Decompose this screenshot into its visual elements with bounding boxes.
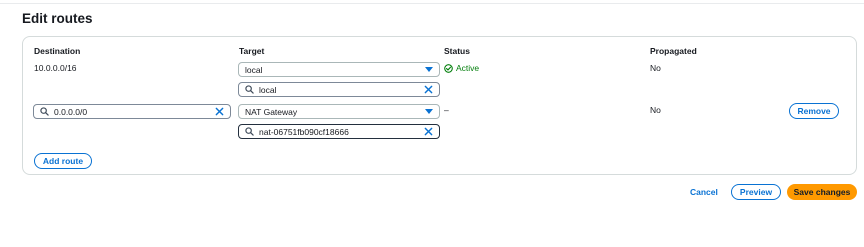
- save-changes-button[interactable]: Save changes: [787, 184, 857, 200]
- status-text: Active: [456, 63, 480, 73]
- search-icon: [40, 107, 49, 116]
- target-select-value: NAT Gateway: [245, 106, 298, 117]
- status-text: –: [444, 105, 449, 115]
- target-filter-input[interactable]: nat-06751fb090cf18666: [238, 124, 440, 139]
- target-select[interactable]: local: [238, 62, 440, 77]
- propagated-value: No: [650, 63, 661, 73]
- column-header-destination: Destination: [34, 46, 81, 56]
- close-icon[interactable]: [424, 85, 433, 94]
- target-select-value: local: [245, 64, 263, 75]
- close-icon[interactable]: [215, 107, 224, 116]
- search-icon: [245, 85, 254, 94]
- caret-down-icon: [425, 66, 433, 72]
- column-header-target: Target: [239, 46, 265, 56]
- cancel-button[interactable]: Cancel: [690, 187, 718, 197]
- remove-route-button[interactable]: Remove: [789, 103, 839, 119]
- target-select[interactable]: NAT Gateway: [238, 104, 440, 119]
- page-title: Edit routes: [22, 11, 93, 26]
- target-filter-input[interactable]: local: [238, 82, 440, 97]
- column-header-status: Status: [444, 46, 470, 56]
- target-filter-value: local: [259, 84, 277, 95]
- destination-input-value: 0.0.0.0/0: [54, 106, 88, 117]
- column-header-propagated: Propagated: [650, 46, 697, 56]
- route-destination: 10.0.0.0/16: [34, 63, 77, 73]
- check-circle-icon: [444, 63, 453, 73]
- routes-table-container: Destination Target Status Propagated 10.…: [22, 36, 857, 175]
- top-divider: [0, 3, 864, 4]
- edit-routes-page: Edit routes Destination Target Status Pr…: [0, 0, 864, 247]
- target-filter-value: nat-06751fb090cf18666: [259, 126, 349, 137]
- destination-input[interactable]: 0.0.0.0/0: [33, 104, 231, 119]
- search-icon: [245, 127, 254, 136]
- close-icon[interactable]: [424, 127, 433, 136]
- status-badge: Active: [444, 63, 479, 73]
- caret-down-icon: [425, 108, 433, 114]
- preview-button[interactable]: Preview: [731, 184, 781, 200]
- propagated-value: No: [650, 105, 661, 115]
- add-route-button[interactable]: Add route: [34, 153, 92, 169]
